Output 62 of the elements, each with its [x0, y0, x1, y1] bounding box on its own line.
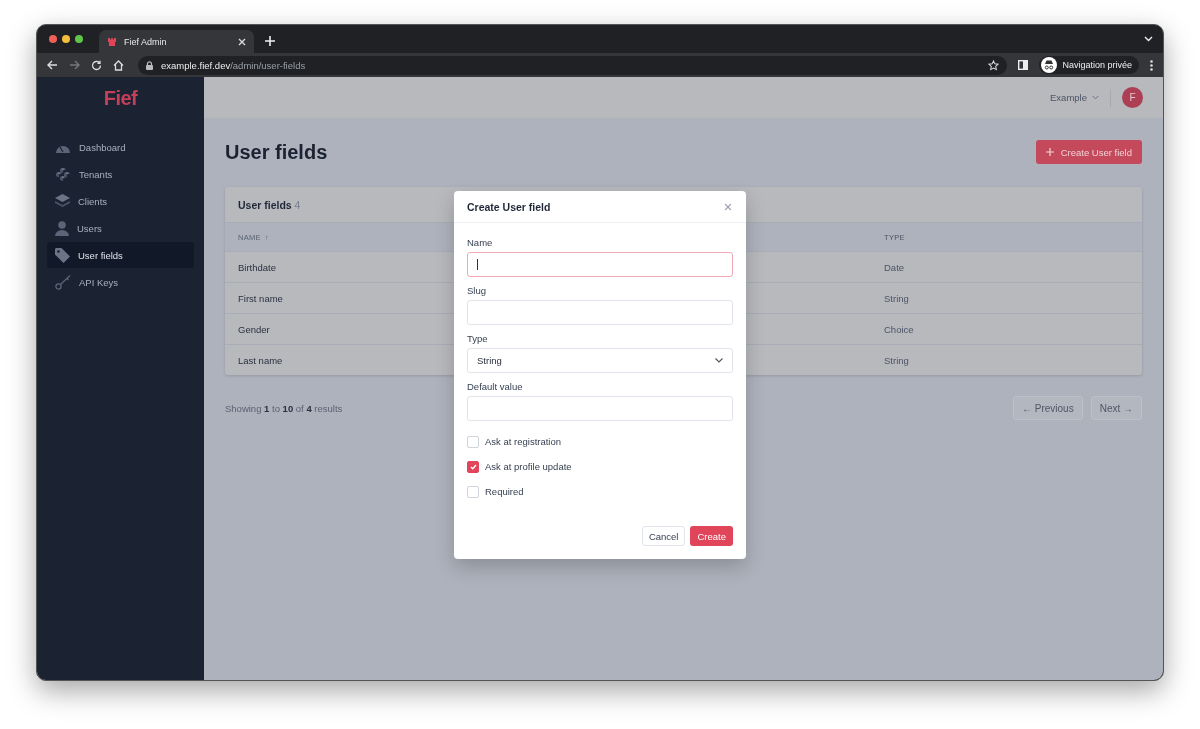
- input-field[interactable]: [467, 300, 733, 325]
- sidebar-item[interactable]: API Keys: [47, 269, 194, 295]
- minimize-window-button[interactable]: [62, 35, 70, 43]
- key-icon: [55, 274, 71, 290]
- plus-icon: [1045, 148, 1054, 156]
- table-cell: Date: [884, 261, 905, 273]
- home-icon[interactable]: [113, 59, 124, 71]
- table-cell: First name: [238, 292, 283, 304]
- create-submit-button[interactable]: Create: [690, 526, 733, 546]
- reload-icon[interactable]: [91, 59, 102, 71]
- castle-icon: [107, 36, 117, 47]
- star-icon[interactable]: [988, 59, 1000, 71]
- side-panel-icon[interactable]: [1018, 60, 1029, 70]
- avatar[interactable]: F: [1122, 87, 1143, 108]
- sidebar-item[interactable]: Clients: [47, 188, 194, 214]
- logo: Fief: [102, 87, 139, 110]
- results-summary: Showing 1 to 10 of 4 results: [225, 402, 343, 414]
- cubes-icon: [55, 167, 71, 181]
- table-title: User fields 4: [238, 198, 301, 211]
- back-icon[interactable]: [47, 60, 58, 70]
- input-field[interactable]: [467, 252, 733, 277]
- table-cell: Birthdate: [238, 261, 277, 273]
- tag-icon: [55, 247, 70, 263]
- checkbox-label: Ask at registration: [485, 436, 562, 447]
- chevron-down-icon[interactable]: [1144, 36, 1153, 42]
- dialog-title: Create User field: [467, 200, 551, 213]
- field-label: Default value: [467, 381, 523, 392]
- table-cell: Gender: [238, 323, 270, 335]
- table-cell: String: [884, 354, 909, 366]
- workspace-menu[interactable]: Example: [1050, 92, 1099, 103]
- new-tab-icon[interactable]: [265, 36, 275, 46]
- profile-button[interactable]: Navigation privée: [1039, 56, 1139, 74]
- maximize-window-button[interactable]: [75, 35, 83, 43]
- checkbox-label: Required: [485, 486, 524, 497]
- sidebar-item[interactable]: User fields: [47, 242, 194, 268]
- address-field[interactable]: example.fief.dev/admin/user-fields: [138, 55, 1008, 75]
- chevron-down-icon: [715, 358, 723, 363]
- incognito-icon: [1041, 57, 1058, 73]
- table-cell: Choice: [884, 323, 914, 335]
- user-icon: [55, 220, 69, 236]
- close-window-button[interactable]: [49, 35, 57, 43]
- type-select[interactable]: String: [467, 348, 733, 373]
- checkbox[interactable]: [467, 460, 479, 473]
- sidebar-item[interactable]: Tenants: [47, 161, 194, 187]
- cancel-button[interactable]: Cancel: [641, 526, 686, 546]
- browser-tab[interactable]: Fief Admin: [99, 30, 254, 53]
- checkbox-label: Ask at profile update: [485, 461, 572, 472]
- field-label: Name: [467, 237, 493, 248]
- table-cell: Last name: [238, 354, 283, 366]
- more-menu-icon[interactable]: [1150, 59, 1153, 71]
- lock-icon: [146, 60, 153, 70]
- chevron-down-icon: [1092, 95, 1099, 100]
- page-title: User fields: [225, 140, 328, 164]
- field-label: Slug: [467, 285, 486, 296]
- field-label: Type: [467, 333, 488, 344]
- sidebar-item[interactable]: Users: [47, 215, 194, 241]
- forward-icon[interactable]: [69, 60, 80, 70]
- create-button[interactable]: Create User field: [1035, 140, 1142, 164]
- sidebar-item[interactable]: Dashboard: [47, 134, 194, 160]
- table-cell: String: [884, 292, 909, 304]
- input-field[interactable]: [467, 396, 733, 421]
- layers-icon: [55, 194, 70, 208]
